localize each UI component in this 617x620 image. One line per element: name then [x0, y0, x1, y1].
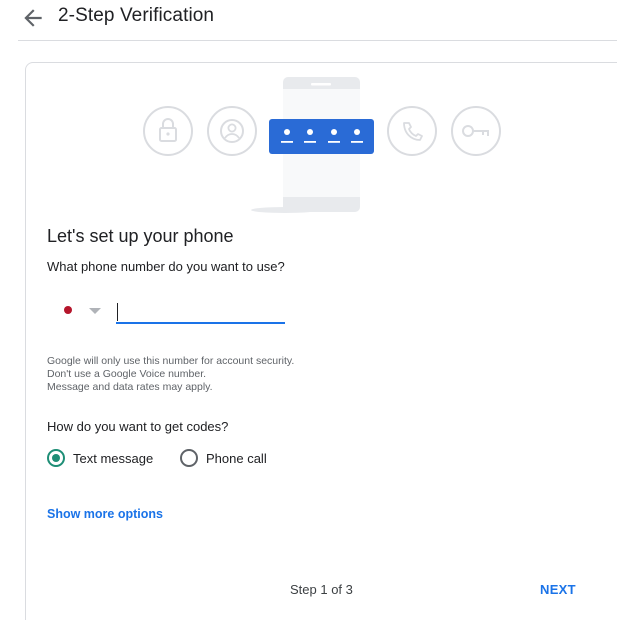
phone-setup-illustration: [143, 77, 501, 213]
chevron-down-icon: [89, 308, 101, 314]
key-icon: [451, 106, 501, 156]
text-message-radio[interactable]: Text message: [47, 449, 153, 467]
note-line: Don't use a Google Voice number.: [47, 368, 207, 380]
phone-number-input[interactable]: [116, 300, 285, 324]
phone-question: What phone number do you want to use?: [47, 259, 285, 274]
radio-unchecked-icon[interactable]: [180, 449, 198, 467]
note-line: Google will only use this number for acc…: [47, 355, 295, 367]
country-flag-icon: [64, 306, 72, 314]
lock-icon: [143, 106, 193, 156]
country-code-select[interactable]: [56, 300, 106, 322]
radio-checked-icon[interactable]: [47, 449, 65, 467]
phone-call-radio[interactable]: Phone call: [180, 449, 267, 467]
codes-question: How do you want to get codes?: [47, 419, 229, 434]
text-cursor: [117, 303, 118, 321]
note-line: Message and data rates may apply.: [47, 381, 213, 393]
account-circle-icon: [207, 106, 257, 156]
text-message-label[interactable]: Text message: [73, 451, 153, 466]
step-indicator: Step 1 of 3: [290, 582, 353, 597]
show-more-options-link[interactable]: Show more options: [47, 507, 163, 521]
phone-icon: [387, 106, 437, 156]
setup-title: Let's set up your phone: [47, 226, 234, 246]
phone-call-label[interactable]: Phone call: [206, 451, 267, 466]
phone-usage-note: Google will only use this number for acc…: [47, 355, 294, 394]
next-button[interactable]: NEXT: [540, 582, 576, 597]
password-dots-icon: [269, 119, 374, 154]
